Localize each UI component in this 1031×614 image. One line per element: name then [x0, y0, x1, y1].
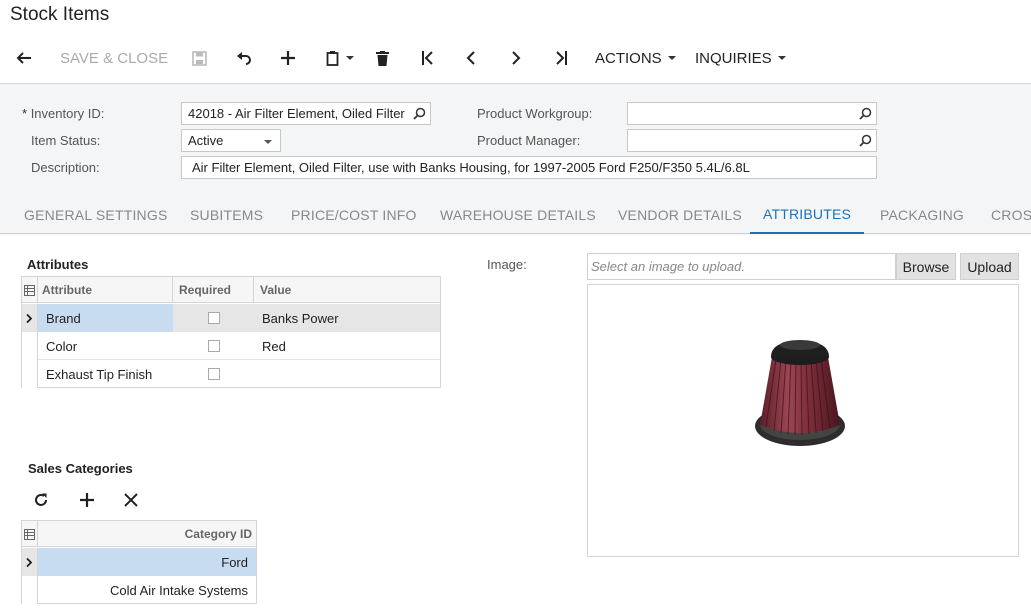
- product-manager-field[interactable]: [627, 129, 877, 152]
- product-workgroup-field[interactable]: [627, 102, 877, 125]
- attribute-value[interactable]: [254, 360, 440, 388]
- image-file-input[interactable]: Select an image to upload.: [587, 253, 896, 280]
- air-filter-image: [755, 340, 845, 446]
- attribute-value[interactable]: Banks Power: [254, 304, 440, 332]
- tab-cross-reference[interactable]: CROS: [991, 196, 1031, 234]
- page-title: Stock Items: [10, 4, 110, 25]
- attributes-grid: Attribute Required Value Brand Banks Pow…: [21, 276, 441, 388]
- inventory-id-label-text: Inventory ID:: [30, 106, 105, 121]
- attribute-value[interactable]: Red: [254, 332, 440, 360]
- required-marker: *: [22, 106, 28, 121]
- grid-settings-icon[interactable]: [22, 277, 38, 303]
- row-header: [22, 576, 38, 604]
- save-close-button[interactable]: SAVE & CLOSE: [60, 40, 168, 76]
- inventory-id-value: 42018 - Air Filter Element, Oiled Filter: [188, 106, 405, 121]
- sales-categories-title: Sales Categories: [28, 461, 133, 476]
- tab-vendor-details[interactable]: VENDOR DETAILS: [618, 196, 742, 234]
- inquiries-label: INQUIRIES: [695, 49, 772, 67]
- description-value: Air Filter Element, Oiled Filter, use wi…: [192, 160, 750, 175]
- image-label: Image:: [487, 257, 527, 272]
- search-icon[interactable]: [413, 107, 426, 123]
- table-row[interactable]: Color Red: [22, 332, 440, 360]
- attributes-title: Attributes: [27, 257, 89, 272]
- chevron-down-icon: [777, 56, 786, 60]
- inquiries-menu[interactable]: INQUIRIES: [695, 40, 786, 76]
- undo-icon[interactable]: [236, 40, 252, 76]
- column-required[interactable]: Required: [173, 277, 254, 303]
- last-record-icon[interactable]: [554, 40, 568, 76]
- table-row[interactable]: Exhaust Tip Finish: [22, 360, 440, 388]
- chevron-down-icon: [346, 56, 354, 60]
- tab-attributes[interactable]: ATTRIBUTES: [750, 196, 864, 234]
- search-icon[interactable]: [859, 107, 872, 123]
- tab-subitems[interactable]: SUBITEMS: [190, 196, 263, 234]
- grid-settings-icon[interactable]: [22, 521, 38, 547]
- browse-button[interactable]: Browse: [896, 253, 956, 280]
- table-row[interactable]: Cold Air Intake Systems: [22, 576, 256, 604]
- chevron-down-icon: [667, 56, 676, 60]
- tab-warehouse-details[interactable]: WAREHOUSE DETAILS: [440, 196, 596, 234]
- attribute-name[interactable]: Exhaust Tip Finish: [38, 360, 173, 388]
- item-status-value: Active: [188, 133, 224, 148]
- inventory-id-field[interactable]: 42018 - Air Filter Element, Oiled Filter: [181, 102, 431, 125]
- category-id[interactable]: Cold Air Intake Systems: [38, 576, 256, 604]
- back-arrow-icon[interactable]: [16, 40, 32, 76]
- tab-packaging[interactable]: PACKAGING: [880, 196, 964, 234]
- previous-record-icon[interactable]: [466, 40, 476, 76]
- inventory-id-label: * Inventory ID:: [22, 106, 104, 121]
- attribute-name[interactable]: Color: [38, 332, 173, 360]
- required-checkbox[interactable]: [173, 332, 254, 360]
- add-icon[interactable]: [80, 488, 94, 512]
- save-icon[interactable]: [192, 40, 207, 76]
- copy-paste-icon[interactable]: [326, 40, 354, 76]
- delete-icon[interactable]: [124, 488, 138, 512]
- description-label: Description:: [31, 160, 100, 175]
- row-pointer-icon: [22, 548, 38, 576]
- tab-general-settings[interactable]: GENERAL SETTINGS: [24, 196, 168, 234]
- item-status-label: Item Status:: [31, 133, 101, 148]
- required-checkbox[interactable]: [173, 360, 254, 388]
- sales-categories-header: Category ID: [22, 521, 256, 547]
- row-header: [22, 360, 38, 388]
- refresh-icon[interactable]: [34, 488, 48, 512]
- next-record-icon[interactable]: [511, 40, 521, 76]
- category-id[interactable]: Ford: [38, 548, 256, 576]
- upload-button[interactable]: Upload: [960, 253, 1019, 280]
- first-record-icon[interactable]: [421, 40, 435, 76]
- attribute-name[interactable]: Brand: [38, 304, 173, 332]
- row-pointer-icon: [22, 304, 38, 332]
- checkbox[interactable]: [207, 368, 220, 380]
- product-manager-label: Product Manager:: [477, 133, 581, 148]
- search-icon[interactable]: [859, 134, 872, 150]
- checkbox[interactable]: [207, 340, 220, 352]
- toolbar: SAVE & CLOSE ACTIONS INQUIRIES: [0, 40, 1031, 76]
- row-header: [22, 332, 38, 360]
- required-checkbox[interactable]: [173, 304, 254, 332]
- delete-icon[interactable]: [376, 40, 389, 76]
- tab-bar: GENERAL SETTINGS SUBITEMS PRICE/COST INF…: [0, 196, 1031, 234]
- item-status-select[interactable]: Active: [181, 129, 281, 152]
- sales-categories-grid: Category ID Ford Cold Air Intake Systems: [21, 520, 257, 604]
- tab-price-cost-info[interactable]: PRICE/COST INFO: [291, 196, 417, 234]
- product-workgroup-label: Product Workgroup:: [477, 106, 593, 121]
- description-field[interactable]: Air Filter Element, Oiled Filter, use wi…: [181, 156, 877, 179]
- actions-menu[interactable]: ACTIONS: [595, 40, 676, 76]
- chevron-down-icon: [264, 140, 272, 144]
- attributes-grid-header: Attribute Required Value: [22, 277, 440, 303]
- product-image: [587, 284, 1019, 557]
- column-value[interactable]: Value: [254, 277, 440, 303]
- actions-label: ACTIONS: [595, 49, 662, 67]
- column-attribute[interactable]: Attribute: [38, 277, 173, 303]
- checkbox[interactable]: [207, 312, 220, 324]
- add-icon[interactable]: [281, 40, 295, 76]
- column-category-id[interactable]: Category ID: [38, 521, 256, 547]
- table-row[interactable]: Ford: [22, 548, 256, 576]
- table-row[interactable]: Brand Banks Power: [22, 304, 440, 332]
